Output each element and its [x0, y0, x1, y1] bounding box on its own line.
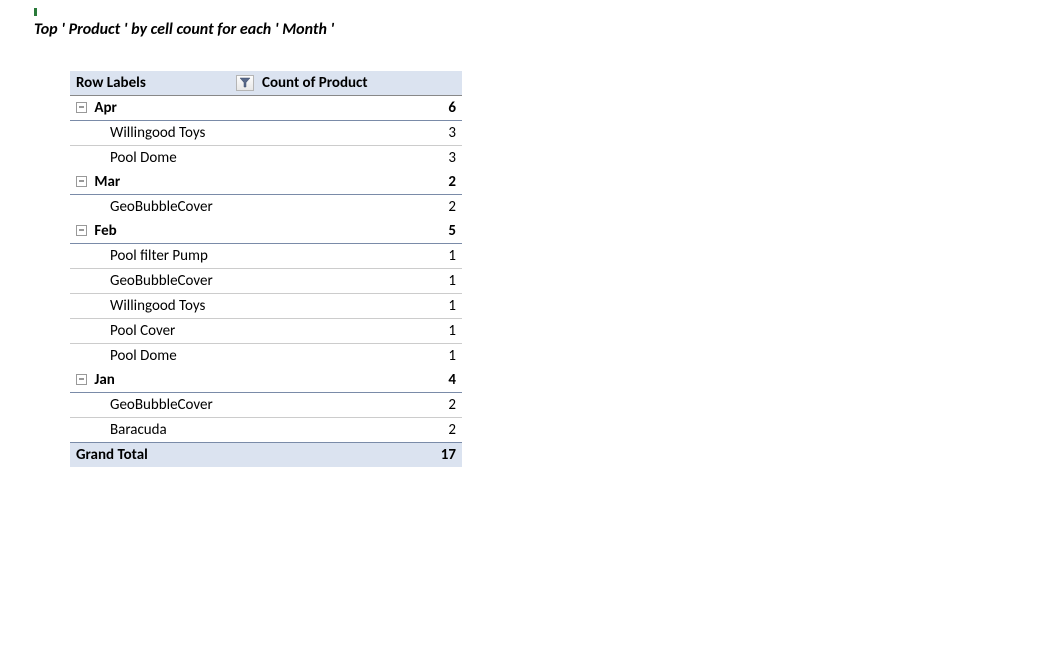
table-row: Willingood Toys 1	[70, 294, 462, 319]
item-count: 3	[256, 146, 462, 171]
table-row: Pool Dome 1	[70, 344, 462, 369]
item-label: Pool filter Pump	[70, 244, 256, 269]
pivot-table: Row Labels Count of Product Apr 6 Willin…	[70, 71, 462, 467]
collapse-icon[interactable]	[76, 176, 87, 187]
table-row: GeoBubbleCover 1	[70, 269, 462, 294]
item-label: Willingood Toys	[70, 121, 256, 146]
table-row: GeoBubbleCover 2	[70, 393, 462, 418]
group-subtotal: 5	[256, 219, 462, 244]
header-count-label: Count of Product	[256, 71, 462, 96]
item-label: Pool Dome	[70, 344, 256, 369]
group-subtotal: 2	[256, 170, 462, 195]
item-count: 1	[256, 294, 462, 319]
table-row: Baracuda 2	[70, 418, 462, 443]
group-row-jan[interactable]: Jan 4	[70, 368, 462, 393]
group-label: Feb	[94, 222, 116, 240]
item-label: Baracuda	[70, 418, 256, 443]
item-count: 1	[256, 269, 462, 294]
group-row-apr[interactable]: Apr 6	[70, 96, 462, 121]
cell-indicator-mark	[34, 8, 37, 16]
item-count: 2	[256, 418, 462, 443]
item-label: GeoBubbleCover	[70, 269, 256, 294]
table-row: Pool Dome 3	[70, 146, 462, 171]
item-count: 1	[256, 244, 462, 269]
table-row: GeoBubbleCover 2	[70, 195, 462, 220]
grand-total-value: 17	[256, 443, 462, 468]
item-label: GeoBubbleCover	[70, 393, 256, 418]
collapse-icon[interactable]	[76, 225, 87, 236]
header-row-labels: Row Labels	[70, 71, 256, 96]
table-row: Pool filter Pump 1	[70, 244, 462, 269]
group-row-feb[interactable]: Feb 5	[70, 219, 462, 244]
group-subtotal: 4	[256, 368, 462, 393]
grand-total-row: Grand Total 17	[70, 443, 462, 468]
page-title: Top ' Product ' by cell count for each '…	[34, 20, 1037, 39]
filter-funnel-icon	[239, 77, 251, 89]
item-count: 2	[256, 393, 462, 418]
item-count: 1	[256, 344, 462, 369]
item-label: Pool Dome	[70, 146, 256, 171]
item-count: 2	[256, 195, 462, 220]
item-count: 3	[256, 121, 462, 146]
header-row-labels-text: Row Labels	[76, 74, 146, 92]
table-header-row: Row Labels Count of Product	[70, 71, 462, 96]
item-label: GeoBubbleCover	[70, 195, 256, 220]
group-label: Apr	[94, 99, 116, 117]
item-label: Willingood Toys	[70, 294, 256, 319]
group-label: Mar	[94, 173, 120, 191]
group-subtotal: 6	[256, 96, 462, 121]
grand-total-label: Grand Total	[70, 443, 256, 468]
item-count: 1	[256, 319, 462, 344]
table-row: Willingood Toys 3	[70, 121, 462, 146]
collapse-icon[interactable]	[76, 102, 87, 113]
group-row-mar[interactable]: Mar 2	[70, 170, 462, 195]
item-label: Pool Cover	[70, 319, 256, 344]
filter-dropdown-button[interactable]	[236, 75, 254, 91]
table-row: Pool Cover 1	[70, 319, 462, 344]
collapse-icon[interactable]	[76, 374, 87, 385]
group-label: Jan	[94, 371, 114, 389]
